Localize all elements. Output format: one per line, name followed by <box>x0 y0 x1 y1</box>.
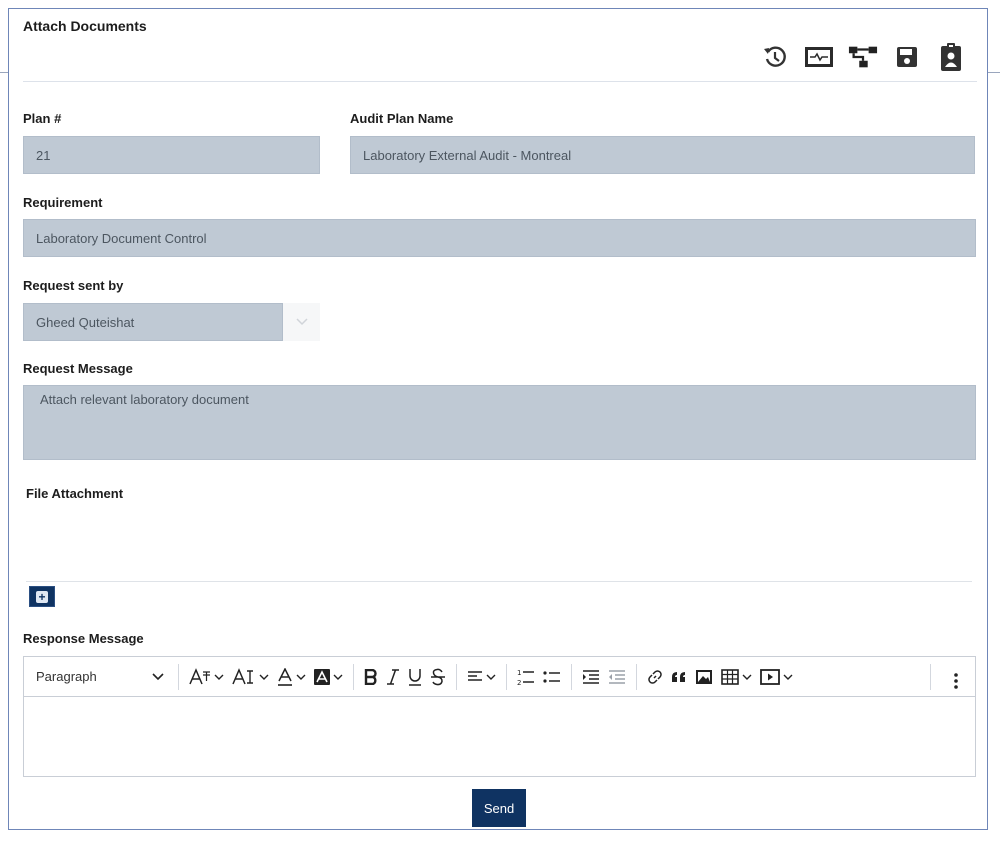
header-toolbar <box>760 42 966 72</box>
plan-number-field[interactable]: 21 <box>23 136 320 174</box>
chevron-down-icon <box>296 674 306 680</box>
editor-content-area[interactable] <box>24 697 975 775</box>
plus-icon: + <box>36 590 48 603</box>
strikethrough-icon <box>431 668 445 685</box>
link-button[interactable] <box>647 662 663 692</box>
plan-number-label: Plan # <box>23 111 62 126</box>
font-family-icon <box>189 667 210 684</box>
block-quote-button[interactable] <box>671 662 687 692</box>
font-size-icon <box>232 667 253 684</box>
font-color-button[interactable] <box>277 662 306 692</box>
request-sent-by-label: Request sent by <box>23 278 124 293</box>
audit-plan-name-label: Audit Plan Name <box>350 111 454 126</box>
clipboard-user-icon[interactable] <box>936 42 966 72</box>
toolbar-separator <box>571 663 572 690</box>
chevron-down-icon <box>214 674 224 680</box>
header-divider <box>23 81 977 82</box>
bold-button[interactable] <box>364 662 378 692</box>
response-message-editor: Paragraph 1 2 <box>23 656 976 777</box>
alignment-button[interactable] <box>467 662 496 692</box>
paragraph-style-select[interactable]: Paragraph <box>36 669 172 684</box>
response-message-label: Response Message <box>23 631 144 646</box>
svg-text:2: 2 <box>517 679 521 686</box>
chevron-down-icon <box>742 674 752 680</box>
paragraph-style-label: Paragraph <box>36 669 97 684</box>
indent-icon <box>583 669 599 684</box>
font-size-button[interactable] <box>232 662 269 692</box>
chevron-down-icon <box>333 674 343 680</box>
add-attachment-button[interactable]: + <box>29 586 55 607</box>
image-icon <box>696 669 712 684</box>
strikethrough-button[interactable] <box>430 662 446 692</box>
italic-icon <box>387 668 399 685</box>
insert-image-button[interactable] <box>695 662 713 692</box>
chevron-down-icon <box>152 672 164 680</box>
chevron-down-icon <box>259 674 269 680</box>
font-family-button[interactable] <box>189 662 224 692</box>
chevron-down-icon <box>486 674 496 680</box>
request-message-label: Request Message <box>23 361 133 376</box>
insert-media-button[interactable] <box>760 662 793 692</box>
send-button[interactable]: Send <box>472 789 526 827</box>
more-options-button[interactable] <box>953 666 959 696</box>
indent-button[interactable] <box>582 662 600 692</box>
outdent-button[interactable] <box>608 662 626 692</box>
numbered-list-icon: 12 <box>517 669 534 686</box>
editor-toolbar: Paragraph 1 2 <box>24 657 975 697</box>
numbered-list-button[interactable]: 12 <box>517 662 535 692</box>
italic-button[interactable] <box>386 662 400 692</box>
activity-monitor-icon[interactable] <box>804 42 834 72</box>
toolbar-separator <box>506 663 507 690</box>
connector-line-right <box>988 72 1000 73</box>
page-title: Attach Documents <box>23 18 147 34</box>
media-icon <box>760 668 780 685</box>
link-icon <box>648 669 662 684</box>
background-color-button[interactable] <box>314 662 343 692</box>
requirement-label: Requirement <box>23 195 103 210</box>
toolbar-separator <box>636 663 637 690</box>
chevron-down-icon <box>783 674 793 680</box>
underline-button[interactable] <box>408 662 422 692</box>
table-icon <box>721 668 739 685</box>
bulleted-list-icon <box>543 670 560 683</box>
more-vertical-icon <box>954 673 958 689</box>
file-attachment-label: File Attachment <box>26 486 124 501</box>
bulleted-list-button[interactable] <box>543 662 561 692</box>
bold-icon <box>364 668 377 685</box>
svg-text:1: 1 <box>517 669 521 677</box>
workflow-icon[interactable] <box>848 42 878 72</box>
toolbar-separator <box>456 663 457 690</box>
save-icon[interactable] <box>892 42 922 72</box>
history-icon[interactable] <box>760 42 790 72</box>
font-color-icon <box>278 667 292 686</box>
align-left-icon <box>468 670 482 681</box>
toolbar-separator <box>930 664 931 690</box>
request-message-field[interactable]: Attach relevant laboratory document <box>23 385 976 460</box>
requirement-field[interactable]: Laboratory Document Control <box>23 219 976 257</box>
outdent-icon <box>609 669 625 684</box>
chevron-down-icon[interactable] <box>283 303 320 341</box>
insert-table-button[interactable] <box>721 662 752 692</box>
file-attachment-divider <box>26 581 972 582</box>
connector-line-left <box>0 72 8 73</box>
underline-icon <box>409 668 421 686</box>
quote-icon <box>672 671 685 682</box>
toolbar-separator <box>353 663 354 690</box>
audit-plan-name-field[interactable]: Laboratory External Audit - Montreal <box>350 136 975 174</box>
toolbar-separator <box>178 663 179 690</box>
request-sent-by-select[interactable]: Gheed Quteishat <box>23 303 283 341</box>
background-color-icon <box>314 668 330 685</box>
